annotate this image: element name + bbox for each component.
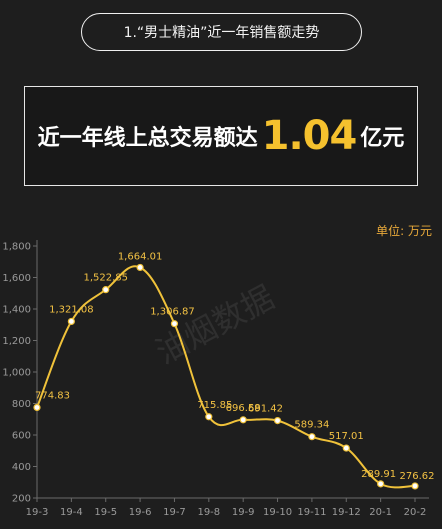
x-tick-label: 19-9 [232, 507, 255, 518]
summary-box: 近一年线上总交易额达 1.04 亿元 [24, 86, 418, 186]
data-point [273, 417, 282, 425]
data-point [308, 433, 316, 441]
data-point [411, 482, 419, 490]
sales-line-chart: 200 400 600 800 1,000 1,200 1,400 1,600 1,800 19… [2, 240, 435, 518]
data-point [205, 413, 213, 421]
x-tick-label: 19-5 [94, 507, 117, 518]
y-axis: 200 400 600 800 1,000 1,200 1,400 1,600 1,800 [2, 240, 38, 505]
data-label: 517.01 [329, 431, 364, 442]
y-tick-label: 1,600 [2, 273, 31, 284]
data-label: 1,664.01 [118, 251, 163, 262]
x-tick-label: 19-7 [163, 507, 186, 518]
data-point [377, 480, 385, 488]
chart-title-pill: 1.“男士精油”近一年销售额走势 [81, 13, 362, 51]
y-tick-label: 800 [12, 399, 31, 410]
x-tick-label: 19-4 [60, 507, 83, 518]
data-label: 1,306.87 [150, 307, 195, 318]
y-tick-label: 600 [12, 431, 31, 442]
data-point [102, 286, 110, 294]
x-tick-label: 19-8 [197, 507, 220, 518]
x-tick-label: 20-1 [369, 507, 392, 518]
y-tick-label: 400 [12, 462, 31, 473]
data-point [170, 320, 179, 328]
y-tick-label: 1,200 [2, 336, 31, 347]
series-line [36, 265, 416, 489]
y-tick-label: 200 [12, 494, 31, 505]
summary-value: 1.04 [261, 113, 358, 159]
data-label: 589.34 [294, 420, 329, 431]
data-point [33, 403, 41, 412]
summary-prefix: 近一年线上总交易额达 [37, 126, 258, 151]
y-tick-label: 1,000 [2, 368, 31, 379]
data-point [136, 263, 144, 272]
data-label: 1,321.08 [49, 304, 94, 315]
data-label: 289.91 [361, 469, 396, 480]
x-axis: 19-3 19-4 19-5 19-6 19-7 19-8 19-9 19-10 19-11 19… [26, 497, 429, 518]
data-label: 774.83 [35, 390, 70, 401]
x-tick-label: 19-11 [297, 507, 326, 518]
data-label: 1,522.85 [83, 273, 128, 284]
x-tick-label: 19-3 [26, 507, 49, 518]
y-tick-label: 1,400 [2, 305, 31, 316]
summary-suffix: 亿元 [360, 126, 405, 151]
chart-title: 1.“男士精油”近一年销售额走势 [123, 25, 320, 41]
x-tick-label: 19-10 [263, 507, 292, 518]
x-tick-label: 19-12 [332, 507, 361, 518]
data-labels-group: 774.831,321.081,522.851,664.011,306.8771… [35, 251, 435, 482]
y-tick-label: 1,800 [2, 242, 31, 253]
data-label: 276.62 [400, 471, 435, 482]
series-group [33, 263, 419, 490]
data-point [239, 416, 247, 424]
data-label: 691.42 [248, 404, 283, 415]
data-point [67, 317, 75, 326]
x-tick-label: 20-2 [404, 507, 427, 518]
x-tick-label: 19-6 [129, 507, 152, 518]
data-point [342, 444, 350, 452]
